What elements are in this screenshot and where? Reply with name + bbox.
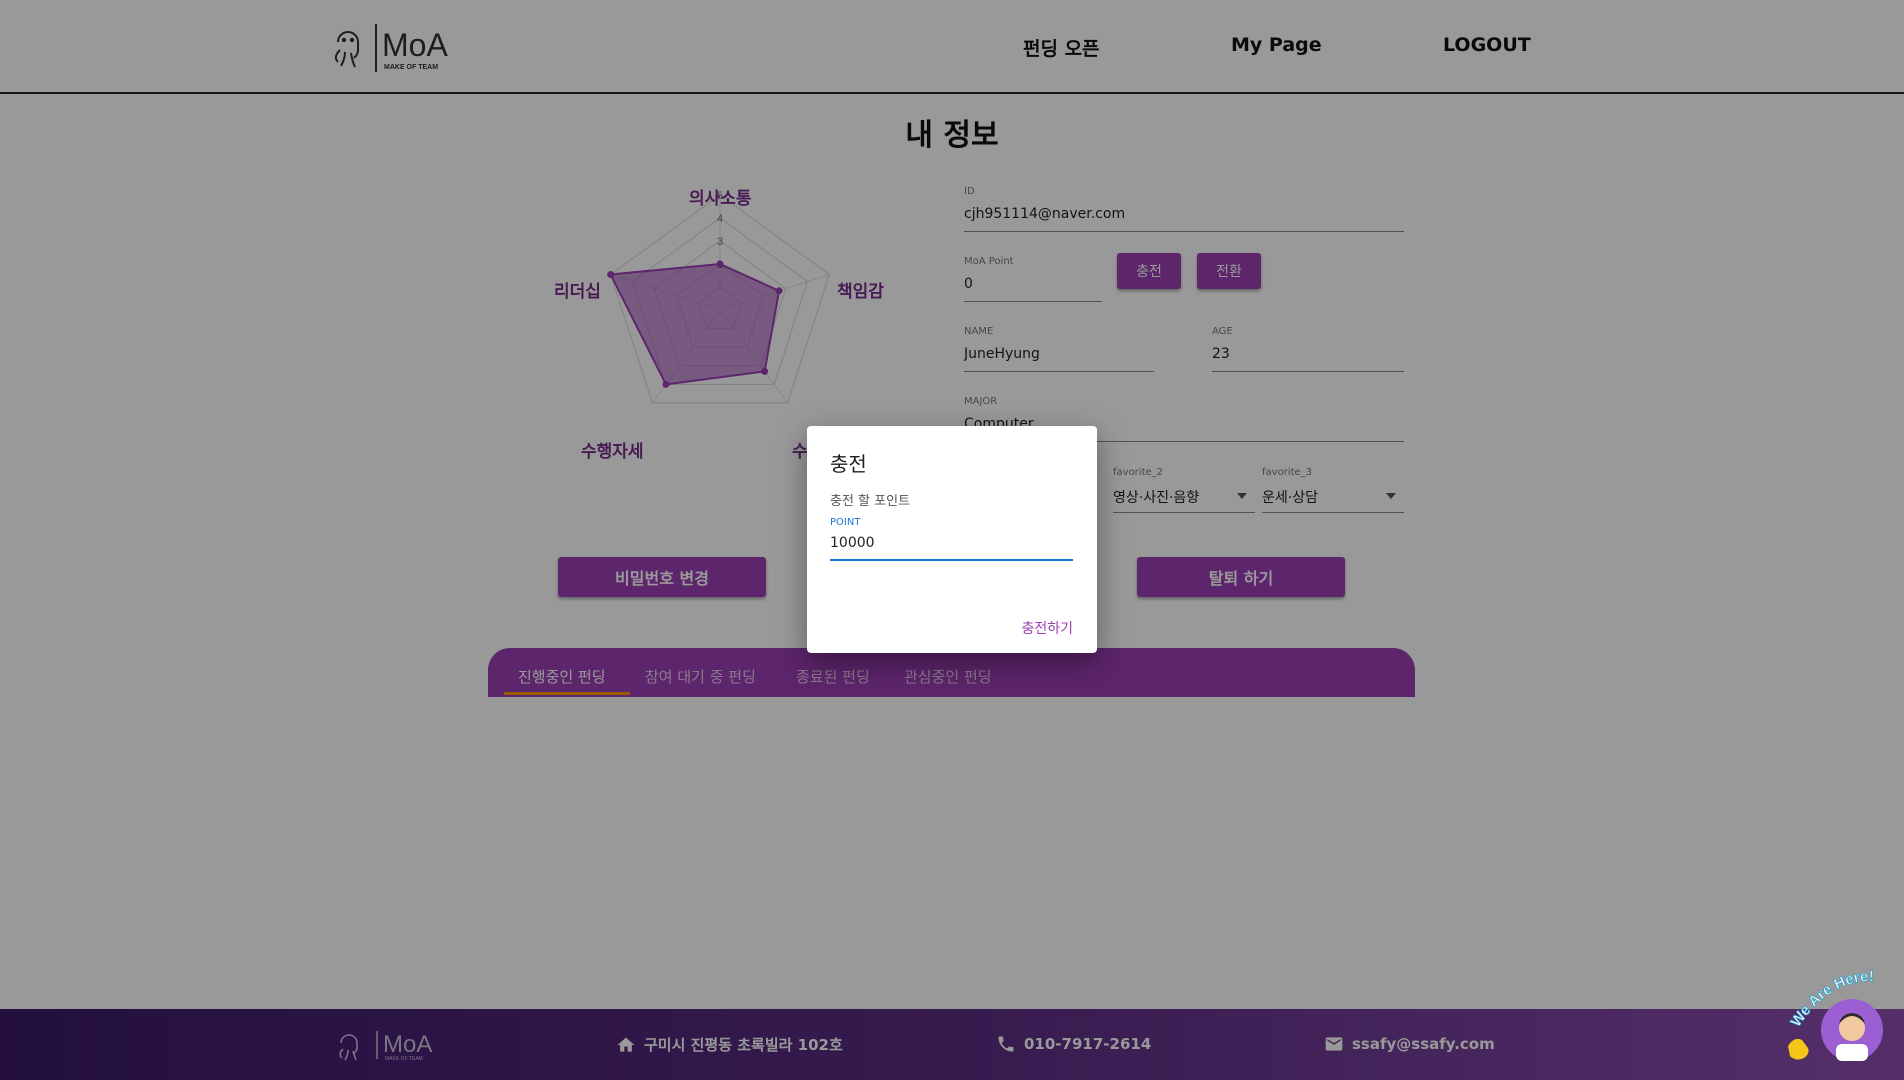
point-input[interactable]: POINT 10000 [830,517,1073,561]
charge-dialog: 충전 충전 할 포인트 POINT 10000 충전하기 [807,426,1097,653]
chat-widget[interactable]: We Are Here! [1778,966,1902,1072]
charge-submit-button[interactable]: 충전하기 [1021,618,1073,638]
point-input-value[interactable]: 10000 [830,531,1073,561]
dialog-title: 충전 [830,452,867,476]
avatar-icon [1821,999,1883,1061]
dialog-description: 충전 할 포인트 [830,494,911,509]
point-input-label: POINT [830,517,861,528]
waving-hand-icon [1788,1038,1809,1060]
